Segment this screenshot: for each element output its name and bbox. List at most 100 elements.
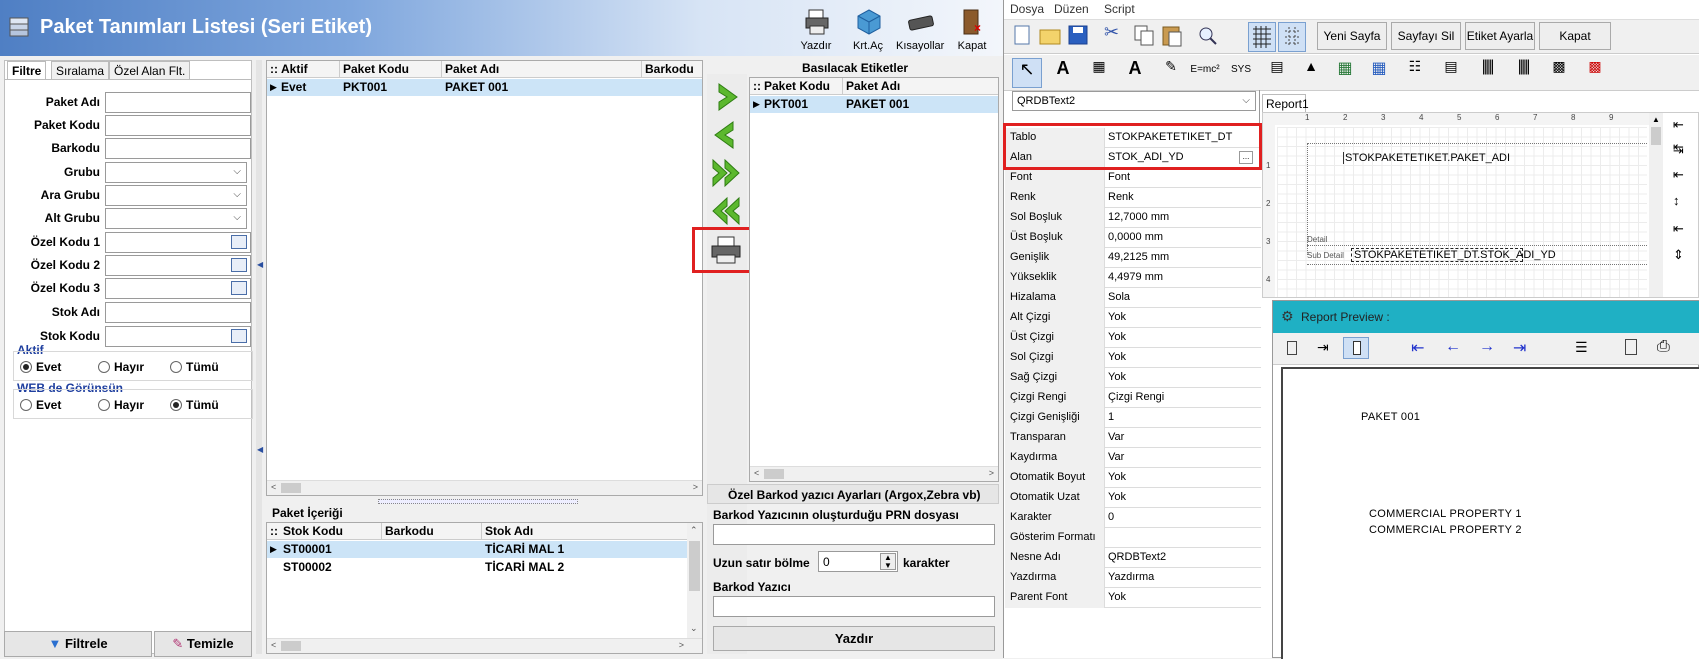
splitter-handle[interactable]: ◀ ◀: [256, 60, 263, 654]
print-button[interactable]: Yazdır: [792, 4, 840, 54]
rich-text-tool-icon[interactable]: ☷: [1400, 58, 1430, 88]
db-image-tool-icon[interactable]: ▦: [1364, 58, 1394, 88]
property-row[interactable]: Çizgi Genişliği 1: [1005, 408, 1261, 428]
property-row[interactable]: Çizgi Rengi Çizgi Rengi: [1005, 388, 1261, 408]
stock-code-input[interactable]: [105, 326, 251, 347]
prev-page-icon[interactable]: ←: [1445, 338, 1461, 356]
align-height-icon[interactable]: ⇕: [1673, 247, 1684, 263]
shortcuts-button[interactable]: Kısayollar: [896, 4, 944, 54]
copy-icon[interactable]: [1132, 22, 1158, 52]
expression-tool-icon[interactable]: ✎: [1156, 58, 1186, 88]
component-select[interactable]: QRDBText2 ⌵: [1012, 91, 1256, 111]
open-folder-icon[interactable]: [1038, 22, 1064, 52]
web-yes-radio[interactable]: [20, 399, 32, 411]
align-center-icon[interactable]: ↹: [1673, 141, 1684, 157]
special-code-2-input[interactable]: [105, 255, 251, 276]
add-all-button[interactable]: [707, 156, 745, 190]
add-selected-button[interactable]: [707, 80, 745, 114]
save-icon[interactable]: [1066, 22, 1092, 52]
print-labels-button[interactable]: [707, 233, 745, 267]
db-barcode-tool-icon[interactable]: |||||: [1508, 58, 1538, 88]
property-row[interactable]: Sol Boşluk 12,7000 mm: [1005, 208, 1261, 228]
property-row[interactable]: Genişlik 49,2125 mm: [1005, 248, 1261, 268]
vertical-scrollbar[interactable]: ▲: [1649, 113, 1663, 297]
designer-close-button[interactable]: Kapat: [1539, 22, 1611, 50]
property-row[interactable]: Font Font: [1005, 168, 1261, 188]
tab-custom-field-filter[interactable]: Özel Alan Flt.: [109, 61, 191, 79]
chart-tool-icon[interactable]: ▤: [1436, 58, 1466, 88]
detail-field-selected[interactable]: STOKPAKETETIKET_DT.STOK_ADI_YD: [1351, 248, 1556, 262]
group-select[interactable]: ⌵: [105, 162, 247, 183]
col-barcode[interactable]: Barkodu: [645, 62, 694, 76]
web-all-radio[interactable]: [170, 399, 182, 411]
goto-page-icon[interactable]: ☰: [1575, 339, 1588, 356]
db-label-tool-icon[interactable]: ▦: [1084, 58, 1114, 88]
property-row[interactable]: Karakter 0: [1005, 508, 1261, 528]
header-field[interactable]: STOKPAKETETIKET.PAKET_ADI: [1343, 152, 1510, 164]
active-all-radio[interactable]: [170, 361, 182, 373]
report-tab[interactable]: Report1: [1262, 94, 1309, 112]
close-button[interactable]: × Kapat: [948, 4, 996, 54]
col-package-name[interactable]: Paket Adı: [846, 79, 900, 93]
web-no-radio[interactable]: [98, 399, 110, 411]
property-row[interactable]: Otomatik Boyut Yok: [1005, 468, 1261, 488]
remove-selected-button[interactable]: [707, 118, 745, 152]
new-page-button[interactable]: Yeni Sayfa: [1317, 22, 1387, 50]
property-row[interactable]: Yükseklik 4,4979 mm: [1005, 268, 1261, 288]
property-row[interactable]: Sol Çizgi Yok: [1005, 348, 1261, 368]
align-left-icon[interactable]: ⇤: [1673, 117, 1684, 133]
table-row[interactable]: ST00002 TİCARİ MAL 2: [267, 559, 687, 576]
property-row[interactable]: Üst Çizgi Yok: [1005, 328, 1261, 348]
lookup-icon[interactable]: [231, 329, 247, 343]
package-code-input[interactable]: [105, 115, 251, 136]
menu-edit[interactable]: Düzen: [1054, 2, 1089, 16]
property-row[interactable]: Parent Font Yok: [1005, 588, 1261, 608]
cut-icon[interactable]: ✂: [1104, 22, 1130, 52]
db-2d-barcode-tool-icon[interactable]: ▩: [1580, 58, 1610, 88]
sys-data-tool-icon[interactable]: SYS: [1226, 64, 1256, 94]
pointer-tool-icon[interactable]: ↖: [1012, 58, 1042, 88]
active-no-radio[interactable]: [98, 361, 110, 373]
col-barcode[interactable]: Barkodu: [385, 524, 434, 538]
tab-filter[interactable]: Filtre: [7, 61, 47, 79]
barcode-print-button[interactable]: Yazdır: [713, 626, 995, 651]
property-row[interactable]: Nesne Adı QRDBText2: [1005, 548, 1261, 568]
lookup-icon[interactable]: [231, 281, 247, 295]
paste-icon[interactable]: [1160, 22, 1186, 52]
property-row[interactable]: Üst Boşluk 0,0000 mm: [1005, 228, 1261, 248]
table-row[interactable]: ▶ Evet PKT001 PAKET 001: [267, 79, 702, 96]
packages-hscroll[interactable]: < >: [267, 480, 702, 495]
property-row[interactable]: Gösterim Formatı: [1005, 528, 1261, 548]
content-hscroll[interactable]: < >: [267, 638, 702, 653]
page-width-icon[interactable]: [1287, 341, 1297, 355]
grid-icon[interactable]: [1248, 22, 1276, 52]
stock-name-input[interactable]: [105, 302, 251, 323]
formula-tool-icon[interactable]: E=mc²: [1190, 64, 1220, 94]
property-row[interactable]: Hizalama Sola: [1005, 288, 1261, 308]
property-row[interactable]: Transparan Var: [1005, 428, 1261, 448]
2d-barcode-tool-icon[interactable]: ▩: [1544, 58, 1574, 88]
shape-tool-icon[interactable]: ▲: [1296, 58, 1326, 88]
sub-group-select[interactable]: ⌵: [105, 185, 247, 206]
special-code-1-input[interactable]: [105, 232, 251, 253]
delete-page-button[interactable]: Sayfayı Sil: [1391, 22, 1461, 50]
content-vscroll[interactable]: ⌃ ⌄: [687, 523, 702, 638]
filter-button[interactable]: ▼ Filtrele: [4, 631, 152, 657]
db-text-tool-icon[interactable]: A: [1120, 58, 1150, 88]
table-row[interactable]: ▶ PKT001 PAKET 001: [750, 96, 998, 113]
clear-button[interactable]: ✎ Temizle: [154, 631, 252, 657]
split-line-stepper[interactable]: 0 ▲ ▼: [818, 551, 898, 572]
memo-tool-icon[interactable]: ▤: [1262, 58, 1292, 88]
label-settings-button[interactable]: Etiket Ayarla: [1465, 22, 1535, 50]
special-code-3-input[interactable]: [105, 278, 251, 299]
align-top-icon[interactable]: ↕: [1673, 193, 1680, 208]
barcode-printer-select[interactable]: [713, 596, 995, 617]
prn-file-input[interactable]: [713, 524, 995, 545]
next-page-icon[interactable]: →: [1479, 338, 1495, 356]
property-row[interactable]: Renk Renk: [1005, 188, 1261, 208]
col-package-code[interactable]: Paket Kodu: [343, 62, 409, 76]
lookup-icon[interactable]: [231, 258, 247, 272]
menu-script[interactable]: Script: [1104, 2, 1135, 16]
last-page-icon[interactable]: ⇥: [1513, 338, 1526, 358]
new-file-icon[interactable]: [1010, 22, 1036, 52]
